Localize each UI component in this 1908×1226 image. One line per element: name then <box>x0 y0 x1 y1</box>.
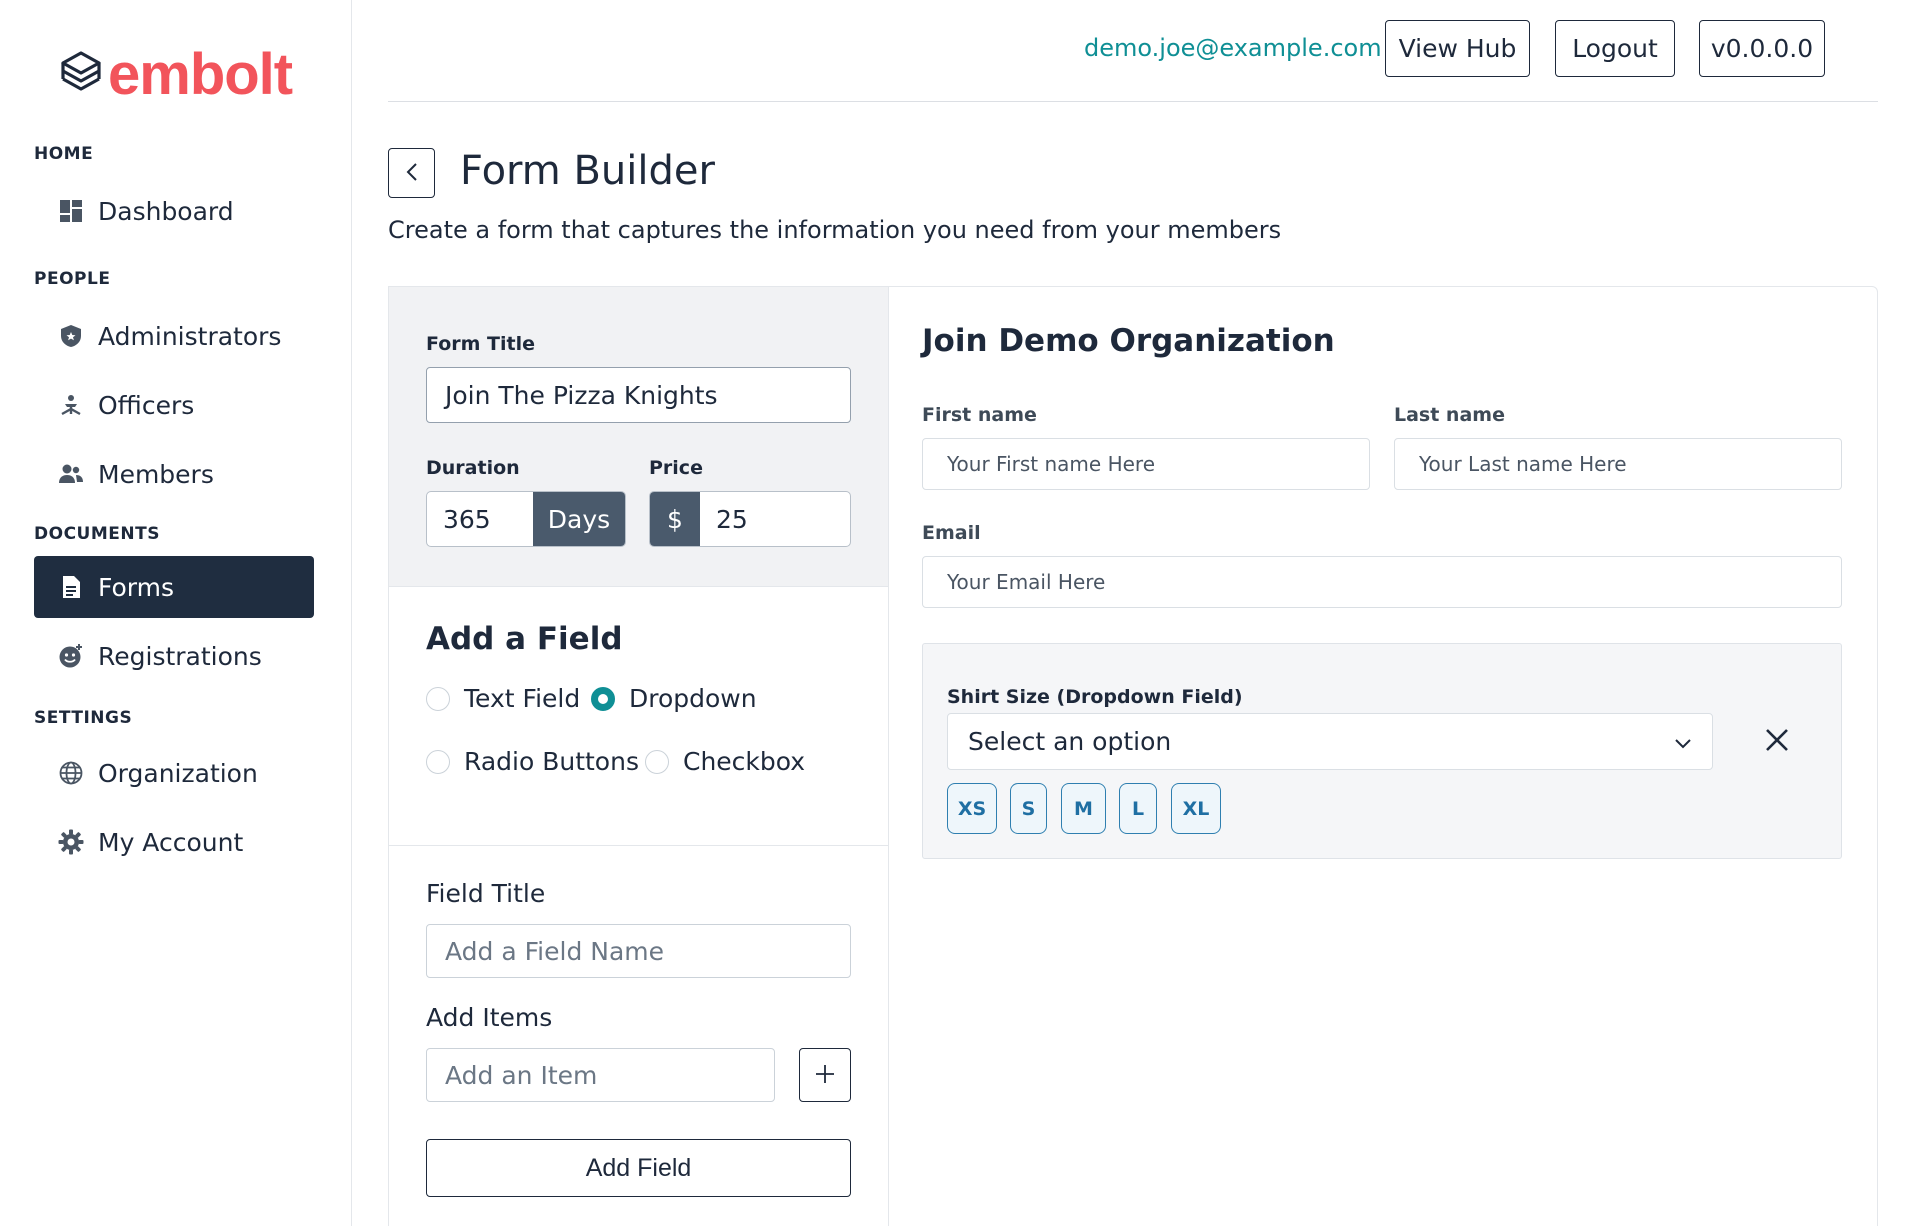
logout-button[interactable]: Logout <box>1555 20 1675 77</box>
remove-field-button[interactable] <box>1757 722 1797 762</box>
last-name-input[interactable]: Your Last name Here <box>1394 438 1842 490</box>
officer-icon <box>58 392 84 418</box>
logo-text: embolt <box>108 42 293 107</box>
sidebar-item-organization[interactable]: Organization <box>34 742 314 804</box>
sidebar: embolt HOME Dashboard PEOPLE Administrat… <box>0 0 352 1226</box>
section-divider <box>389 845 889 846</box>
currency-symbol: $ <box>650 492 700 546</box>
nav-section-settings: SETTINGS <box>34 708 133 728</box>
sidebar-item-label: Registrations <box>98 641 262 671</box>
sidebar-item-label: Organization <box>98 758 258 788</box>
sidebar-item-dashboard[interactable]: Dashboard <box>34 180 314 242</box>
sidebar-item-label: Officers <box>98 390 195 420</box>
app-logo[interactable]: embolt <box>60 42 293 107</box>
first-name-label: First name <box>922 404 1037 426</box>
radio-label: Text Field <box>464 684 581 713</box>
radio-label: Radio Buttons <box>464 747 639 776</box>
radio-label: Dropdown <box>629 684 757 713</box>
registration-icon <box>58 643 84 669</box>
option-chip: L <box>1119 783 1157 834</box>
radio-radio-buttons[interactable]: Radio Buttons <box>426 747 639 776</box>
radio-checked-icon <box>591 686 615 711</box>
duration-input-group: 365 Days <box>426 491 626 547</box>
sidebar-item-label: My Account <box>98 827 244 857</box>
option-chip: XS <box>947 783 997 834</box>
price-input-group: $ 25 <box>649 491 851 547</box>
globe-icon <box>58 760 84 786</box>
dashboard-icon <box>58 198 84 224</box>
sidebar-item-registrations[interactable]: Registrations <box>34 625 314 687</box>
chevron-down-icon <box>1674 727 1692 756</box>
close-icon <box>1765 728 1789 756</box>
sidebar-item-administrators[interactable]: Administrators <box>34 305 314 367</box>
radio-unchecked-icon <box>426 749 450 774</box>
email-input[interactable]: Your Email Here <box>922 556 1842 608</box>
sidebar-item-label: Forms <box>98 572 175 602</box>
form-builder-panel: Form Title Join The Pizza Knights Durati… <box>388 286 889 1226</box>
nav-section-documents: DOCUMENTS <box>34 524 160 544</box>
preview-title: Join Demo Organization <box>922 323 1335 359</box>
members-icon <box>58 461 84 487</box>
sidebar-item-label: Dashboard <box>98 196 234 226</box>
radio-checkbox[interactable]: Checkbox <box>645 747 805 776</box>
field-title-input[interactable]: Add a Field Name <box>426 924 851 978</box>
select-value: Select an option <box>968 727 1172 756</box>
radio-unchecked-icon <box>645 749 669 774</box>
add-item-button[interactable] <box>799 1048 851 1102</box>
form-title-label: Form Title <box>426 333 535 355</box>
option-chip: S <box>1010 783 1047 834</box>
form-title-input[interactable]: Join The Pizza Knights <box>426 367 851 423</box>
add-item-input[interactable]: Add an Item <box>426 1048 775 1102</box>
view-hub-button[interactable]: View Hub <box>1385 20 1530 77</box>
page-title: Form Builder <box>460 148 715 194</box>
form-preview-panel: Join Demo Organization First name Your F… <box>888 286 1878 1226</box>
sidebar-item-label: Administrators <box>98 321 282 351</box>
back-button[interactable] <box>388 148 435 198</box>
sidebar-item-label: Members <box>98 459 214 489</box>
sidebar-item-my-account[interactable]: My Account <box>34 811 314 873</box>
stacked-layers-icon <box>60 50 102 100</box>
nav-section-people: PEOPLE <box>34 269 111 289</box>
user-email-link[interactable]: demo.joe@example.com <box>1084 34 1382 62</box>
form-settings: Form Title Join The Pizza Knights Durati… <box>389 287 889 587</box>
document-icon <box>58 574 84 600</box>
sidebar-item-forms[interactable]: Forms <box>34 556 314 618</box>
radio-text-field[interactable]: Text Field <box>426 684 580 713</box>
add-field-button[interactable]: Add Field <box>426 1139 851 1197</box>
option-chip: XL <box>1171 783 1221 834</box>
duration-input[interactable]: 365 <box>427 492 533 546</box>
version-button[interactable]: v0.0.0.0 <box>1699 20 1825 77</box>
duration-unit: Days <box>533 492 625 546</box>
duration-label: Duration <box>426 457 520 479</box>
nav-section-home: HOME <box>34 144 94 164</box>
chevron-left-icon <box>405 162 419 185</box>
add-field-title: Add a Field <box>426 621 623 657</box>
email-label: Email <box>922 522 981 544</box>
shirt-size-select[interactable]: Select an option <box>947 713 1713 770</box>
first-name-input[interactable]: Your First name Here <box>922 438 1370 490</box>
sidebar-item-members[interactable]: Members <box>34 443 314 505</box>
add-items-label: Add Items <box>426 1003 553 1032</box>
shield-icon <box>58 323 84 349</box>
price-label: Price <box>649 457 703 479</box>
radio-unchecked-icon <box>426 686 450 711</box>
dropdown-field-card: Shirt Size (Dropdown Field) Select an op… <box>922 643 1842 859</box>
sidebar-item-officers[interactable]: Officers <box>34 374 314 436</box>
price-input[interactable]: 25 <box>700 492 850 546</box>
radio-dropdown[interactable]: Dropdown <box>591 684 757 713</box>
dropdown-field-label: Shirt Size (Dropdown Field) <box>947 686 1243 708</box>
last-name-label: Last name <box>1394 404 1505 426</box>
radio-label: Checkbox <box>683 747 806 776</box>
field-title-label: Field Title <box>426 879 546 908</box>
page-subtitle: Create a form that captures the informat… <box>388 216 1282 244</box>
option-chip: M <box>1061 783 1106 834</box>
plus-icon <box>815 1064 835 1087</box>
gear-icon <box>58 829 84 855</box>
topbar-divider <box>388 101 1878 102</box>
